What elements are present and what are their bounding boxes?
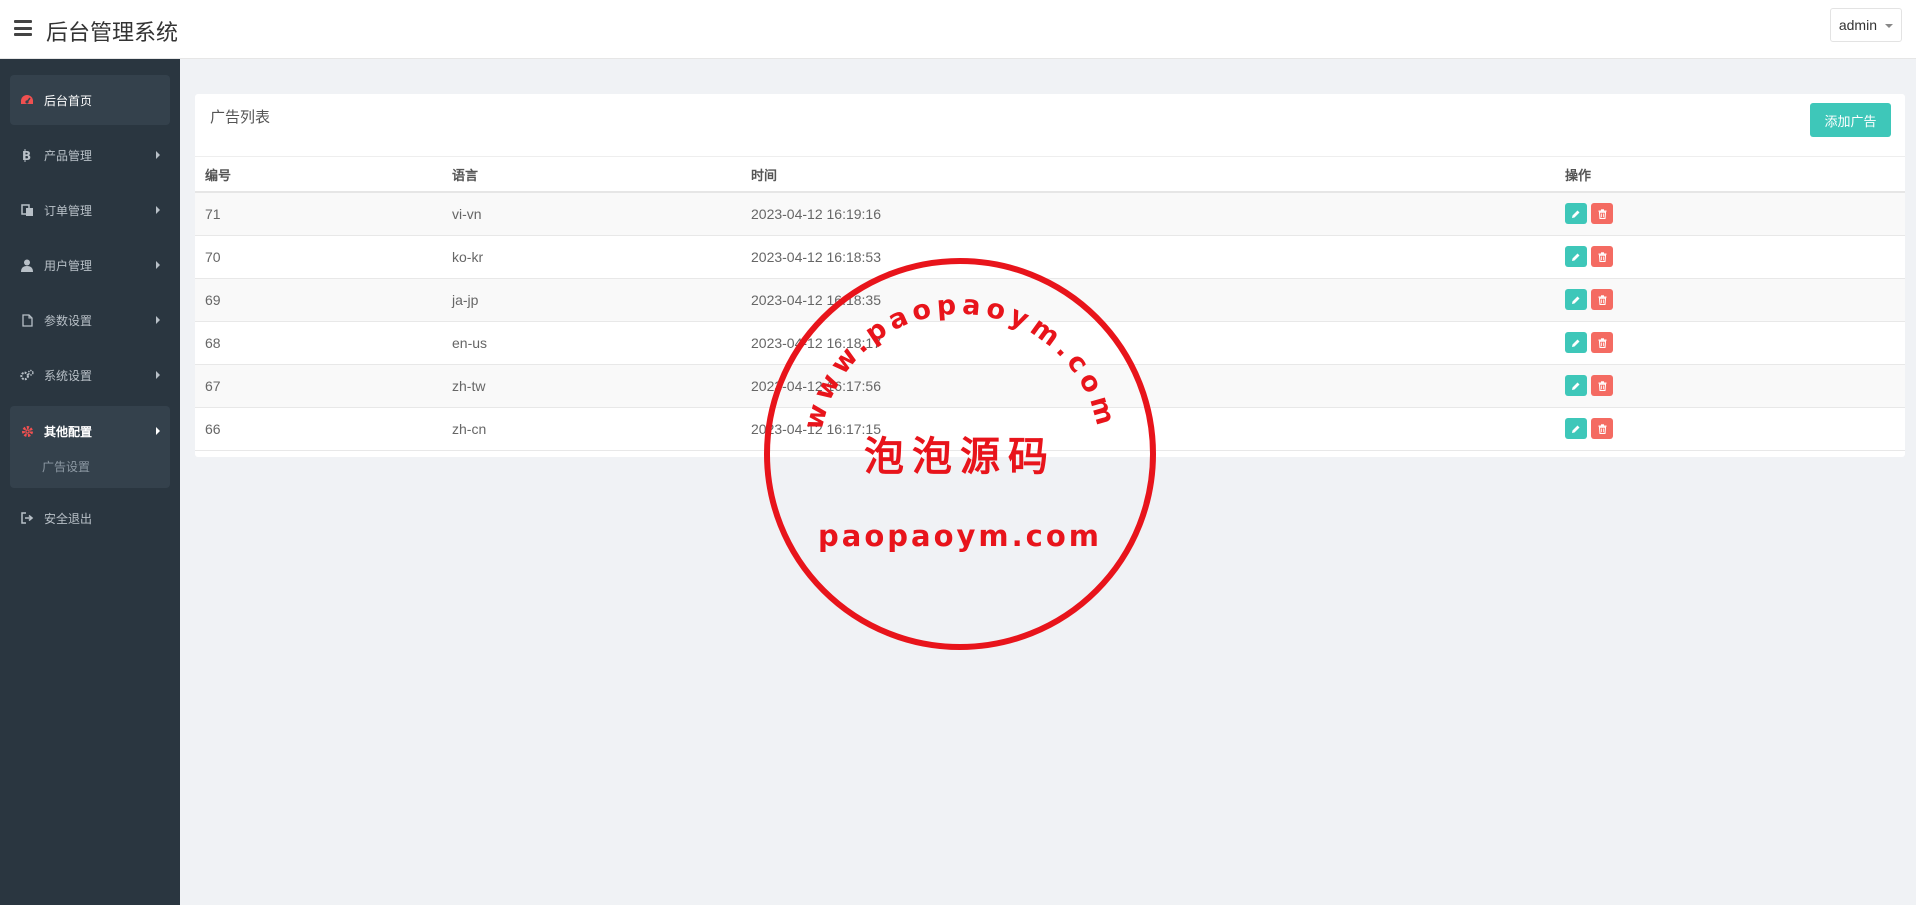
delete-button[interactable] bbox=[1591, 375, 1613, 396]
cell-lang: ko-kr bbox=[442, 235, 741, 279]
user-icon bbox=[20, 258, 34, 272]
sign-out-icon bbox=[20, 511, 34, 525]
sidebar-item-label: 产品管理 bbox=[44, 148, 93, 163]
sidebar-item-params[interactable]: 参数设置 bbox=[10, 295, 170, 345]
edit-button[interactable] bbox=[1565, 332, 1587, 353]
table-header-row: 编号 语言 时间 操作 bbox=[195, 157, 1905, 193]
chevron-right-icon bbox=[156, 427, 160, 435]
add-ad-button[interactable]: 添加广告 bbox=[1810, 103, 1891, 137]
cell-lang: zh-tw bbox=[442, 364, 741, 408]
column-header-id: 编号 bbox=[195, 157, 442, 193]
trash-icon bbox=[1598, 423, 1606, 434]
cell-id: 71 bbox=[195, 192, 442, 236]
trash-icon bbox=[1598, 294, 1606, 305]
delete-button[interactable] bbox=[1591, 418, 1613, 439]
top-header: 后台管理系统 admin bbox=[0, 0, 1916, 59]
sidebar-item-products[interactable]: B 产品管理 bbox=[10, 130, 170, 180]
cell-id: 69 bbox=[195, 278, 442, 322]
sidebar-item-label: 安全退出 bbox=[44, 511, 93, 526]
panel-title: 广告列表 bbox=[210, 108, 271, 126]
delete-button[interactable] bbox=[1591, 246, 1613, 267]
edit-button[interactable] bbox=[1565, 418, 1587, 439]
column-header-lang: 语言 bbox=[442, 157, 741, 193]
svg-text:B: B bbox=[22, 149, 31, 162]
sidebar-item-orders[interactable]: 订单管理 bbox=[10, 185, 170, 235]
chevron-right-icon bbox=[156, 151, 160, 159]
sidebar-item-label: 订单管理 bbox=[44, 203, 93, 218]
cell-actions bbox=[1555, 321, 1905, 365]
cell-actions bbox=[1555, 192, 1905, 236]
chevron-right-icon bbox=[156, 371, 160, 379]
trash-icon bbox=[1598, 337, 1606, 348]
pencil-icon bbox=[1572, 253, 1580, 261]
cell-id: 67 bbox=[195, 364, 442, 408]
column-header-time: 时间 bbox=[741, 157, 1555, 193]
cell-actions bbox=[1555, 235, 1905, 279]
caret-down-icon bbox=[1885, 24, 1893, 28]
sidebar-item-label: 其他配置 bbox=[44, 424, 93, 439]
pencil-icon bbox=[1572, 296, 1580, 304]
bitcoin-icon: B bbox=[20, 148, 34, 162]
pencil-icon bbox=[1572, 339, 1580, 347]
chevron-right-icon bbox=[156, 206, 160, 214]
delete-button[interactable] bbox=[1591, 289, 1613, 310]
sidebar-item-users[interactable]: 用户管理 bbox=[10, 240, 170, 290]
dashboard-icon bbox=[20, 93, 34, 107]
edit-button[interactable] bbox=[1565, 289, 1587, 310]
user-name: admin bbox=[1838, 17, 1877, 33]
cell-id: 68 bbox=[195, 321, 442, 365]
chevron-right-icon bbox=[156, 316, 160, 324]
sidebar-item-logout[interactable]: 安全退出 bbox=[10, 493, 170, 543]
user-menu-dropdown[interactable]: admin bbox=[1829, 8, 1902, 42]
cell-actions bbox=[1555, 407, 1905, 451]
cell-lang: en-us bbox=[442, 321, 741, 365]
delete-button[interactable] bbox=[1591, 332, 1613, 353]
edit-button[interactable] bbox=[1565, 203, 1587, 225]
pencil-icon bbox=[1572, 382, 1580, 390]
watermark-center-text: 泡泡源码 bbox=[864, 433, 1056, 480]
edit-button[interactable] bbox=[1565, 375, 1587, 396]
cell-id: 66 bbox=[195, 407, 442, 451]
delete-button[interactable] bbox=[1591, 203, 1613, 225]
cell-lang: zh-cn bbox=[442, 407, 741, 451]
copy-icon bbox=[20, 203, 34, 217]
sidebar-item-home[interactable]: 后台首页 bbox=[10, 75, 170, 125]
app-title: 后台管理系统 bbox=[46, 21, 179, 46]
sidebar-item-system[interactable]: 系统设置 bbox=[10, 350, 170, 400]
sidebar-item-label: 参数设置 bbox=[44, 313, 93, 328]
cogs-icon bbox=[20, 368, 34, 382]
cell-time: 2023-04-12 16:19:16 bbox=[741, 192, 1555, 236]
cell-actions bbox=[1555, 278, 1905, 322]
sidebar-item-label: 后台首页 bbox=[44, 93, 93, 108]
pencil-icon bbox=[1572, 425, 1580, 433]
sidebar-item-other-config[interactable]: 其他配置 bbox=[10, 406, 170, 456]
sidebar-subitem-ad-settings[interactable]: 广告设置 bbox=[42, 458, 90, 475]
file-icon bbox=[20, 313, 34, 327]
sidebar-item-label: 系统设置 bbox=[44, 368, 93, 383]
sidebar-group-other-config: 其他配置 广告设置 bbox=[10, 406, 170, 488]
trash-icon bbox=[1598, 209, 1606, 219]
trash-icon bbox=[1598, 380, 1606, 391]
pencil-icon bbox=[1572, 210, 1580, 218]
watermark-stamp: www.paopaoym.com 泡泡源码 paopaoym.com bbox=[764, 258, 1156, 650]
sidebar: 后台首页 B 产品管理 订单管理 用户管理 参数设置 系统设置 其他配置 广告设… bbox=[0, 59, 180, 905]
edit-button[interactable] bbox=[1565, 246, 1587, 267]
chevron-right-icon bbox=[156, 261, 160, 269]
watermark-arc-text: www.paopaoym.com bbox=[798, 290, 1122, 434]
table-row: 71 vi-vn 2023-04-12 16:19:16 bbox=[195, 192, 1905, 236]
gear-icon bbox=[20, 424, 34, 438]
column-header-actions: 操作 bbox=[1555, 157, 1905, 193]
trash-icon bbox=[1598, 251, 1606, 262]
cell-lang: vi-vn bbox=[442, 192, 741, 236]
cell-actions bbox=[1555, 364, 1905, 408]
sidebar-item-label: 用户管理 bbox=[44, 258, 93, 273]
menu-toggle-icon[interactable] bbox=[14, 20, 32, 36]
cell-lang: ja-jp bbox=[442, 278, 741, 322]
watermark-bottom-text: paopaoym.com bbox=[818, 519, 1102, 553]
cell-id: 70 bbox=[195, 235, 442, 279]
